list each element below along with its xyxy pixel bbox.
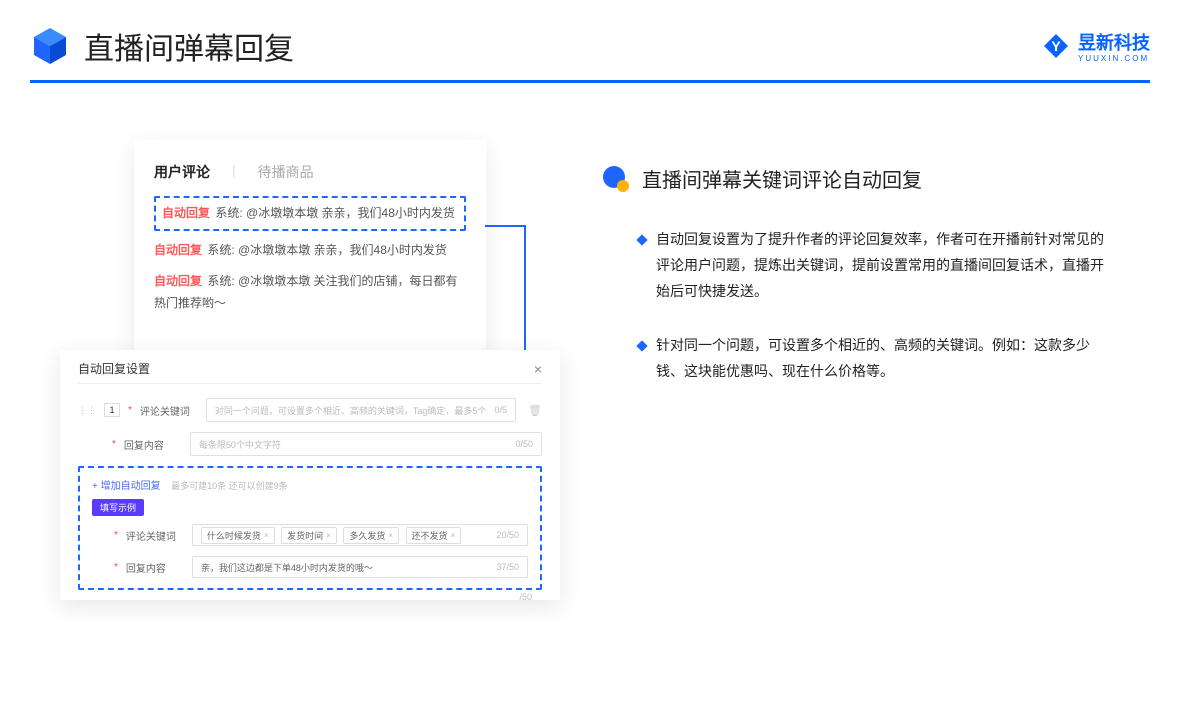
content-input[interactable]: 每条限50个中文字符 0/50 <box>190 432 542 456</box>
auto-reply-tag: 自动回复 <box>154 243 202 257</box>
tag-chip[interactable]: 多久发货× <box>343 527 399 544</box>
comment-row: 自动回复 系统: @冰墩墩本墩 亲亲，我们48小时内发货 <box>154 239 466 262</box>
drag-handle-icon[interactable]: ⋮⋮ <box>78 405 96 416</box>
add-hint: 最多可建10条 还可以创建9条 <box>171 481 288 491</box>
right-pane: 直播间弹幕关键词评论自动回复 自动回复设置为了提升作者的评论回复效率，作者可在开… <box>602 164 1132 412</box>
highlighted-comment: 自动回复 系统: @冰墩墩本墩 亲亲，我们48小时内发货 <box>154 196 466 231</box>
feature-title-row: 直播间弹幕关键词评论自动回复 <box>602 164 1132 193</box>
settings-title: 自动回复设置 <box>78 360 150 377</box>
brand-sub: YUUXIN.COM <box>1078 55 1150 63</box>
add-auto-reply-link[interactable]: + 增加自动回复 <box>92 481 161 492</box>
example-block: + 增加自动回复 最多可建10条 还可以创建9条 填写示例 * 评论关键词 什么… <box>78 466 542 590</box>
tag-chip[interactable]: 发货时间× <box>281 527 337 544</box>
close-icon[interactable]: × <box>534 361 542 377</box>
chip-remove-icon[interactable]: × <box>326 531 331 540</box>
settings-header: 自动回复设置 × <box>78 360 542 384</box>
bullet-item: 针对同一个问题，可设置多个相近的、高频的关键词。例如：这款多少钱、这块能优惠吗、… <box>602 333 1132 385</box>
diamond-icon <box>636 340 647 351</box>
tabs: 用户评论 | 待播商品 <box>154 162 466 182</box>
outer-count: /50 <box>78 592 542 602</box>
required-mark: * <box>114 562 118 573</box>
comment-row: 自动回复 系统: @冰墩墩本墩 亲亲，我们48小时内发货 <box>162 202 458 225</box>
svg-text:Y: Y <box>1051 38 1061 54</box>
chip-remove-icon[interactable]: × <box>264 531 269 540</box>
content-label: 回复内容 <box>124 437 182 452</box>
keyword-count: 0/5 <box>495 405 508 415</box>
delete-icon[interactable]: 🗑 <box>528 404 542 417</box>
content-count: 0/50 <box>515 439 533 449</box>
keyword-placeholder: 对同一个问题，可设置多个相近、高频的关键词，Tag确定，最多5个 <box>215 404 487 417</box>
title-wrap: 直播间弹幕回复 <box>30 24 294 68</box>
example-content-text: 亲，我们这边都是下单48小时内发货的哦～ <box>201 561 373 574</box>
tag-list: 什么时候发货× 发货时间× 多久发货× 还不发货× <box>201 527 465 544</box>
brand-name: 昱新科技 <box>1078 33 1150 53</box>
page-header: 直播间弹幕回复 Y 昱新科技 YUUXIN.COM <box>30 24 1150 68</box>
example-keyword-row: * 评论关键词 什么时候发货× 发货时间× 多久发货× 还不发货× 20/50 <box>92 524 528 546</box>
example-badge: 填写示例 <box>92 499 144 516</box>
keyword-row: ⋮⋮ 1 * 评论关键词 对同一个问题，可设置多个相近、高频的关键词，Tag确定… <box>78 398 542 422</box>
rule-index: 1 <box>104 403 120 417</box>
comment-text: 系统: @冰墩墩本墩 亲亲，我们48小时内发货 <box>215 206 455 220</box>
brand-icon: Y <box>1042 32 1070 60</box>
example-keyword-input[interactable]: 什么时候发货× 发货时间× 多久发货× 还不发货× 20/50 <box>192 524 528 546</box>
content-placeholder: 每条限50个中文字符 <box>199 438 281 451</box>
comment-text: 系统: @冰墩墩本墩 亲亲，我们48小时内发货 <box>207 243 447 257</box>
keyword-label: 评论关键词 <box>126 528 184 543</box>
chip-remove-icon[interactable]: × <box>388 531 393 540</box>
page-title: 直播间弹幕回复 <box>84 24 294 68</box>
tab-divider: | <box>232 162 236 182</box>
keyword-input[interactable]: 对同一个问题，可设置多个相近、高频的关键词，Tag确定，最多5个 0/5 <box>206 398 516 422</box>
bullet-text: 自动回复设置为了提升作者的评论回复效率，作者可在开播前针对常见的评论用户问题，提… <box>656 227 1116 305</box>
required-mark: * <box>114 530 118 541</box>
example-content-count: 37/50 <box>496 562 519 572</box>
tag-chip[interactable]: 还不发货× <box>406 527 462 544</box>
required-mark: * <box>112 439 116 450</box>
tab-user-comments[interactable]: 用户评论 <box>154 162 210 182</box>
example-content-input[interactable]: 亲，我们这边都是下单48小时内发货的哦～ 37/50 <box>192 556 528 578</box>
tab-products[interactable]: 待播商品 <box>258 162 314 182</box>
chip-remove-icon[interactable]: × <box>451 531 456 540</box>
feature-title: 直播间弹幕关键词评论自动回复 <box>642 164 922 193</box>
settings-card: 自动回复设置 × ⋮⋮ 1 * 评论关键词 对同一个问题，可设置多个相近、高频的… <box>60 350 560 600</box>
example-kw-count: 20/50 <box>496 530 519 540</box>
comment-row: 自动回复 系统: @冰墩墩本墩 关注我们的店铺，每日都有热门推荐哟～ <box>154 270 466 316</box>
required-mark: * <box>128 405 132 416</box>
brand-logo: Y 昱新科技 YUUXIN.COM <box>1042 29 1150 63</box>
content-row: * 回复内容 每条限50个中文字符 0/50 <box>78 432 542 456</box>
header-rule <box>30 80 1150 83</box>
diamond-icon <box>636 234 647 245</box>
auto-reply-tag: 自动回复 <box>162 206 210 220</box>
auto-reply-tag: 自动回复 <box>154 274 202 288</box>
bullet-text: 针对同一个问题，可设置多个相近的、高频的关键词。例如：这款多少钱、这块能优惠吗、… <box>656 333 1116 385</box>
keyword-label: 评论关键词 <box>140 403 198 418</box>
cube-icon <box>30 26 70 66</box>
speech-bubble-icon <box>602 165 630 193</box>
example-content-row: * 回复内容 亲，我们这边都是下单48小时内发货的哦～ 37/50 <box>92 556 528 578</box>
content-label: 回复内容 <box>126 560 184 575</box>
tag-chip[interactable]: 什么时候发货× <box>201 527 275 544</box>
bullet-item: 自动回复设置为了提升作者的评论回复效率，作者可在开播前针对常见的评论用户问题，提… <box>602 227 1132 305</box>
